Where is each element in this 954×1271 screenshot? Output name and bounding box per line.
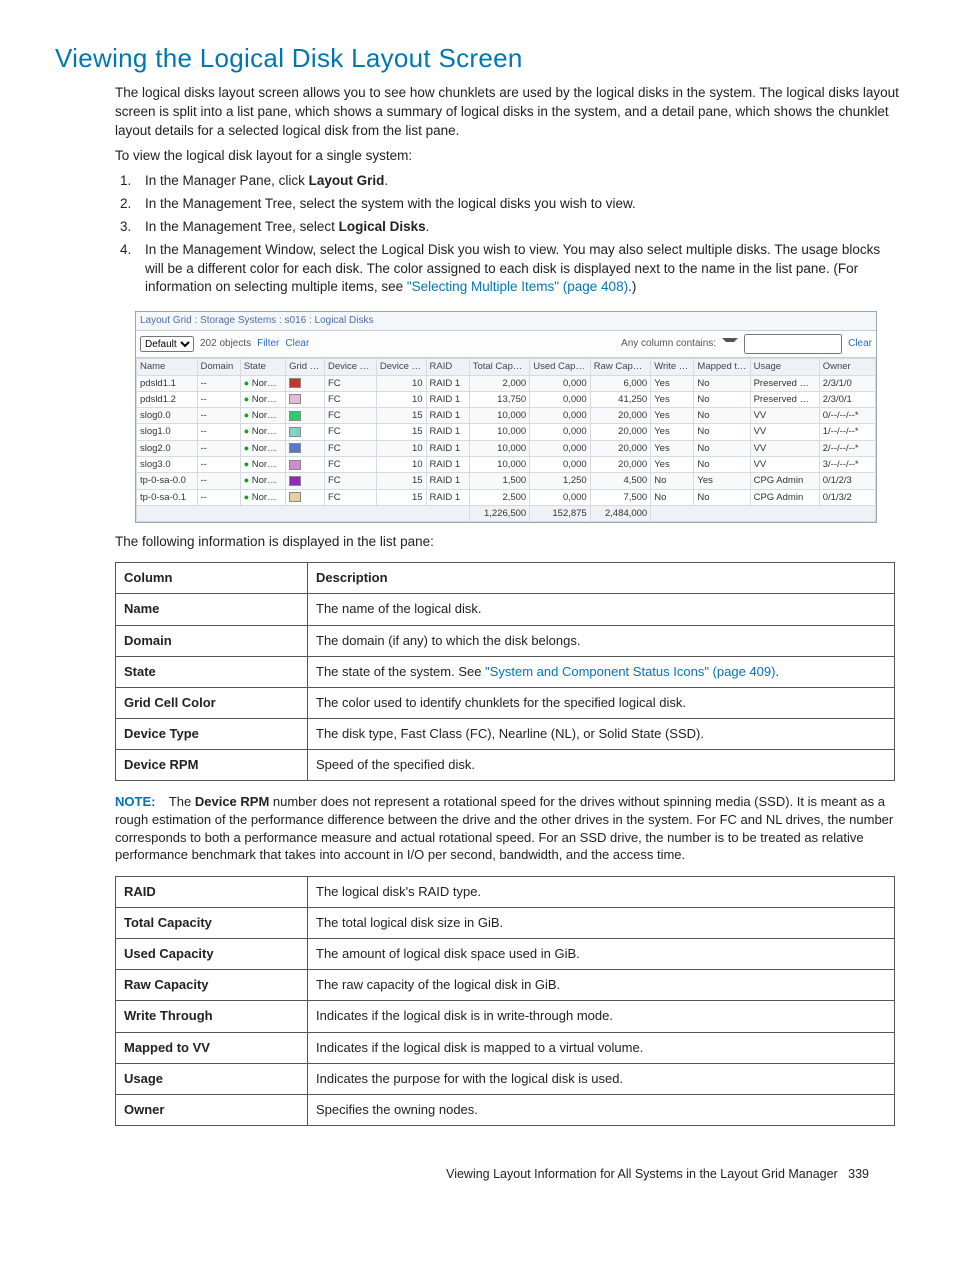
table-row[interactable]: slog3.0--● NormalFC10RAID 110,0000,00020… [137, 457, 876, 473]
table-row[interactable]: pdsld1.1--● NormalFC10RAID 12,0000,0006,… [137, 375, 876, 391]
note-block: NOTE: The Device RPM number does not rep… [115, 793, 895, 863]
desc-col-desc: The total logical disk size in GiB. [308, 907, 895, 938]
breadcrumb: Layout Grid : Storage Systems : s016 : L… [136, 312, 876, 331]
intro-paragraph: The logical disks layout screen allows y… [115, 84, 899, 141]
desc-col-desc: Indicates the purpose for with the logic… [308, 1063, 895, 1094]
app-screenshot: Layout Grid : Storage Systems : s016 : L… [135, 311, 877, 523]
grid-totals-row: 1,226,500 152,875 2,484,000 [137, 505, 876, 521]
desc-col-name: Name [116, 594, 308, 625]
desc-col-desc: The state of the system. See "System and… [308, 656, 895, 687]
desc-col-name: Device RPM [116, 750, 308, 781]
step-2: In the Management Tree, select the syste… [135, 195, 899, 214]
grid-header[interactable]: Used Capacity (GiB) [530, 359, 591, 375]
desc-col-name: Mapped to VV [116, 1032, 308, 1063]
desc-col-name: Grid Cell Color [116, 687, 308, 718]
column-description-table-2: RAIDThe logical disk's RAID type. Total … [115, 876, 895, 1127]
note-bold: Device RPM [195, 794, 269, 809]
step-1-bold: Layout Grid [309, 173, 385, 188]
step-4-link[interactable]: "Selecting Multiple Items" (page 408) [407, 279, 628, 294]
footer-page: 339 [848, 1167, 869, 1181]
desc-col-desc: The domain (if any) to which the disk be… [308, 625, 895, 656]
note-pre: The [169, 794, 195, 809]
step-4: In the Management Window, select the Log… [135, 241, 899, 298]
page-title: Viewing the Logical Disk Layout Screen [55, 40, 899, 76]
grid-header[interactable]: Domain [197, 359, 240, 375]
grid-header[interactable]: Device Type [324, 359, 376, 375]
desc-col-name: Usage [116, 1063, 308, 1094]
state-desc-pre: The state of the system. See [316, 664, 485, 679]
grid-header[interactable]: Write Through [651, 359, 694, 375]
dropdown-icon[interactable] [722, 338, 738, 354]
to-view-line: To view the logical disk layout for a si… [115, 147, 899, 166]
desc-col-name: RAID [116, 876, 308, 907]
logical-disks-grid[interactable]: Name Domain State Grid Cell Color Device… [136, 358, 876, 522]
column-description-table-1: Column Description NameThe name of the l… [115, 562, 895, 781]
grid-header[interactable]: Owner [819, 359, 875, 375]
grid-header[interactable]: Grid Cell Color [286, 359, 325, 375]
grid-header[interactable]: RAID [426, 359, 469, 375]
filter-link[interactable]: Filter [257, 337, 279, 351]
grid-header[interactable]: Usage [750, 359, 819, 375]
any-column-label: Any column contains: [621, 337, 716, 351]
desc-col-desc: The amount of logical disk space used in… [308, 939, 895, 970]
grid-header[interactable]: Total Capacity (GiB) [469, 359, 530, 375]
note-label: NOTE: [115, 794, 155, 809]
grid-header[interactable]: Name [137, 359, 198, 375]
grid-header[interactable]: Device RPM (K) [376, 359, 426, 375]
desc-header-col: Column [116, 563, 308, 594]
desc-col-name: Total Capacity [116, 907, 308, 938]
step-4-tail: .) [628, 279, 636, 294]
grid-header[interactable]: Raw Capacity (GiB) [590, 359, 651, 375]
step-1-tail: . [384, 173, 388, 188]
totals-raw: 2,484,000 [590, 505, 651, 521]
toolbar: Default 202 objects Filter Clear Any col… [136, 331, 876, 358]
desc-col-name: Domain [116, 625, 308, 656]
desc-col-desc: The raw capacity of the logical disk in … [308, 970, 895, 1001]
step-3-tail: . [426, 219, 430, 234]
step-3-text: In the Management Tree, select [145, 219, 339, 234]
clear-link-2[interactable]: Clear [848, 337, 872, 351]
page-footer: Viewing Layout Information for All Syste… [55, 1166, 869, 1184]
desc-col-name: Owner [116, 1094, 308, 1125]
desc-col-desc: The disk type, Fast Class (FC), Nearline… [308, 719, 895, 750]
desc-col-desc: Indicates if the logical disk is mapped … [308, 1032, 895, 1063]
step-3-bold: Logical Disks [339, 219, 426, 234]
state-desc-post: . [775, 664, 779, 679]
steps-list: In the Manager Pane, click Layout Grid. … [115, 172, 899, 297]
object-count: 202 objects [200, 337, 251, 351]
totals-total: 1,226,500 [469, 505, 530, 521]
desc-col-desc: The color used to identify chunklets for… [308, 687, 895, 718]
step-1: In the Manager Pane, click Layout Grid. [135, 172, 899, 191]
totals-used: 152,875 [530, 505, 591, 521]
clear-link[interactable]: Clear [285, 337, 309, 351]
desc-col-desc: Speed of the specified disk. [308, 750, 895, 781]
desc-header-desc: Description [308, 563, 895, 594]
table-row[interactable]: slog2.0--● NormalFC10RAID 110,0000,00020… [137, 440, 876, 456]
footer-text: Viewing Layout Information for All Syste… [446, 1167, 838, 1181]
listpane-intro: The following information is displayed i… [115, 533, 899, 552]
desc-col-name: Raw Capacity [116, 970, 308, 1001]
desc-col-name: Write Through [116, 1001, 308, 1032]
table-row[interactable]: slog1.0--● NormalFC15RAID 110,0000,00020… [137, 424, 876, 440]
table-row[interactable]: tp-0-sa-0.0--● NormalFC15RAID 11,5001,25… [137, 473, 876, 489]
table-row[interactable]: tp-0-sa-0.1--● NormalFC15RAID 12,5000,00… [137, 489, 876, 505]
desc-col-name: Device Type [116, 719, 308, 750]
desc-col-desc: Specifies the owning nodes. [308, 1094, 895, 1125]
view-dropdown[interactable]: Default [140, 336, 194, 352]
state-desc-link[interactable]: "System and Component Status Icons" (pag… [485, 664, 775, 679]
desc-col-name: State [116, 656, 308, 687]
desc-col-name: Used Capacity [116, 939, 308, 970]
table-row[interactable]: pdsld1.2--● NormalFC10RAID 113,7500,0004… [137, 391, 876, 407]
step-3: In the Management Tree, select Logical D… [135, 218, 899, 237]
grid-header[interactable]: Mapped to VV [694, 359, 750, 375]
desc-col-desc: The name of the logical disk. [308, 594, 895, 625]
step-1-text: In the Manager Pane, click [145, 173, 309, 188]
desc-col-desc: Indicates if the logical disk is in writ… [308, 1001, 895, 1032]
filter-input[interactable] [744, 334, 842, 354]
grid-header-row: Name Domain State Grid Cell Color Device… [137, 359, 876, 375]
grid-header[interactable]: State [240, 359, 285, 375]
table-row[interactable]: slog0.0--● NormalFC15RAID 110,0000,00020… [137, 408, 876, 424]
desc-col-desc: The logical disk's RAID type. [308, 876, 895, 907]
